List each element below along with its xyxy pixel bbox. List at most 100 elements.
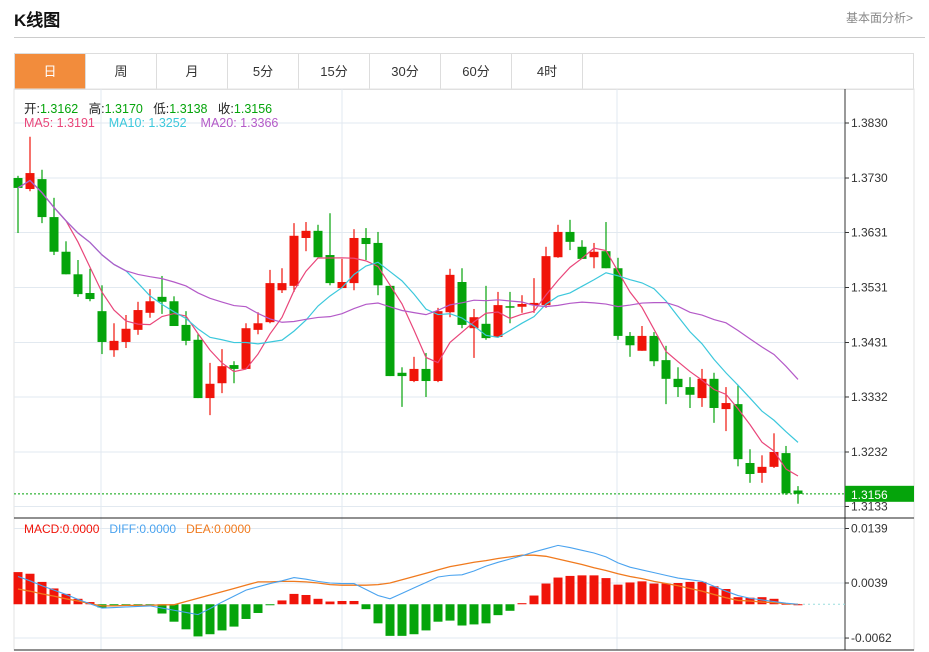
macd-bar <box>649 583 659 605</box>
candle-body <box>325 255 335 284</box>
close-value: 1.3156 <box>233 102 273 116</box>
low-label: 低: <box>153 102 170 116</box>
candle-body <box>649 335 659 362</box>
open-label: 开: <box>24 102 40 116</box>
macd-bar <box>445 604 455 621</box>
macd-bar <box>433 604 443 622</box>
macd-bar <box>385 604 395 636</box>
macd-bar <box>469 604 479 625</box>
candle-body <box>721 403 731 410</box>
macd-bar <box>577 575 587 605</box>
macd-bar <box>457 604 467 626</box>
macd-bar <box>505 604 515 611</box>
ma20-label: MA20: <box>200 116 241 130</box>
candle-body <box>37 179 47 218</box>
macd-bar <box>625 582 635 605</box>
macd-bar <box>685 581 695 605</box>
y-tick-label: 1.3631 <box>851 225 888 239</box>
candle-body <box>265 283 275 323</box>
candle-body <box>205 383 215 399</box>
ma10-value: 1.3252 <box>148 116 187 130</box>
ma5-value: 1.3191 <box>56 116 95 130</box>
candle-body <box>625 335 635 346</box>
candle-body <box>709 378 719 408</box>
candle-body <box>157 296 167 302</box>
candle-body <box>229 365 239 369</box>
candle-body <box>541 256 551 306</box>
macd-bar <box>529 595 539 605</box>
y-tick-label: 1.3232 <box>851 445 888 459</box>
ma-readout: MA5: 1.3191 MA10: 1.3252 MA20: 1.3366 <box>24 116 278 130</box>
macd-bar <box>397 604 407 636</box>
last-price-label: 1.3156 <box>851 488 888 502</box>
macd-bar <box>325 601 335 605</box>
macd-bar <box>337 600 347 605</box>
candle-body <box>121 328 131 342</box>
candle-body <box>73 274 83 295</box>
macd-bar <box>25 573 35 605</box>
y-tick-label: 1.3431 <box>851 336 888 350</box>
macd-bar <box>565 575 575 605</box>
candle-body <box>49 217 59 252</box>
candle-body <box>397 372 407 377</box>
candle-body <box>769 452 779 467</box>
candle-body <box>253 323 263 330</box>
macd-bar <box>493 604 503 616</box>
macd-bar <box>301 594 311 605</box>
macd-bar <box>637 581 647 605</box>
macd-bar <box>289 593 299 605</box>
candle-body <box>493 305 503 338</box>
candle-body <box>673 378 683 388</box>
macd-bar <box>229 604 239 627</box>
candle-body <box>433 311 443 382</box>
candle-body <box>301 230 311 238</box>
candle-body <box>409 368 419 382</box>
macd-bar <box>193 604 203 637</box>
dea-value: 0.0000 <box>214 522 251 536</box>
candle-body <box>181 324 191 341</box>
candle-body <box>781 453 791 494</box>
macd-bar <box>517 603 527 605</box>
y-tick-label: 1.3332 <box>851 390 888 404</box>
candle-body <box>601 251 611 269</box>
macd-bar <box>253 604 263 613</box>
candle-body <box>385 285 395 377</box>
macd-bar <box>697 581 707 605</box>
candle-body <box>757 466 767 473</box>
candle-body <box>589 251 599 258</box>
macd-bar <box>217 604 227 631</box>
macd-readout: MACD:0.0000 DIFF:0.0000 DEA:0.0000 <box>24 522 251 536</box>
candle-body <box>577 246 587 259</box>
candle-body <box>217 366 227 384</box>
candle-body <box>85 293 95 300</box>
candle-body <box>553 231 563 258</box>
candle-body <box>109 340 119 351</box>
candle-body <box>289 235 299 286</box>
macd-bar <box>277 600 287 605</box>
candle-body <box>517 304 527 307</box>
macd-bar <box>313 598 323 605</box>
macd-y-tick-label: -0.0062 <box>851 631 892 645</box>
low-value: 1.3138 <box>169 102 208 116</box>
candle-body <box>565 231 575 242</box>
candle-body <box>61 251 71 275</box>
macd-bar <box>613 584 623 605</box>
candle-body <box>193 339 203 399</box>
chart-frame <box>13 88 915 651</box>
macd-bar <box>241 604 251 619</box>
candle-body <box>313 230 323 258</box>
macd-value: 0.0000 <box>62 522 100 536</box>
candle-body <box>637 335 647 351</box>
ma10-label: MA10: <box>108 116 149 130</box>
macd-bar <box>169 604 179 622</box>
open-value: 1.3162 <box>39 102 79 116</box>
macd-bar <box>349 600 359 605</box>
y-tick-label: 1.3830 <box>851 116 888 130</box>
high-label: 高: <box>88 102 105 116</box>
macd-label: MACD: <box>24 522 63 536</box>
macd-bar <box>181 604 191 630</box>
candle-body <box>421 368 431 382</box>
candle-body <box>97 311 107 342</box>
candle-body <box>349 237 359 284</box>
macd-bar <box>481 604 491 624</box>
